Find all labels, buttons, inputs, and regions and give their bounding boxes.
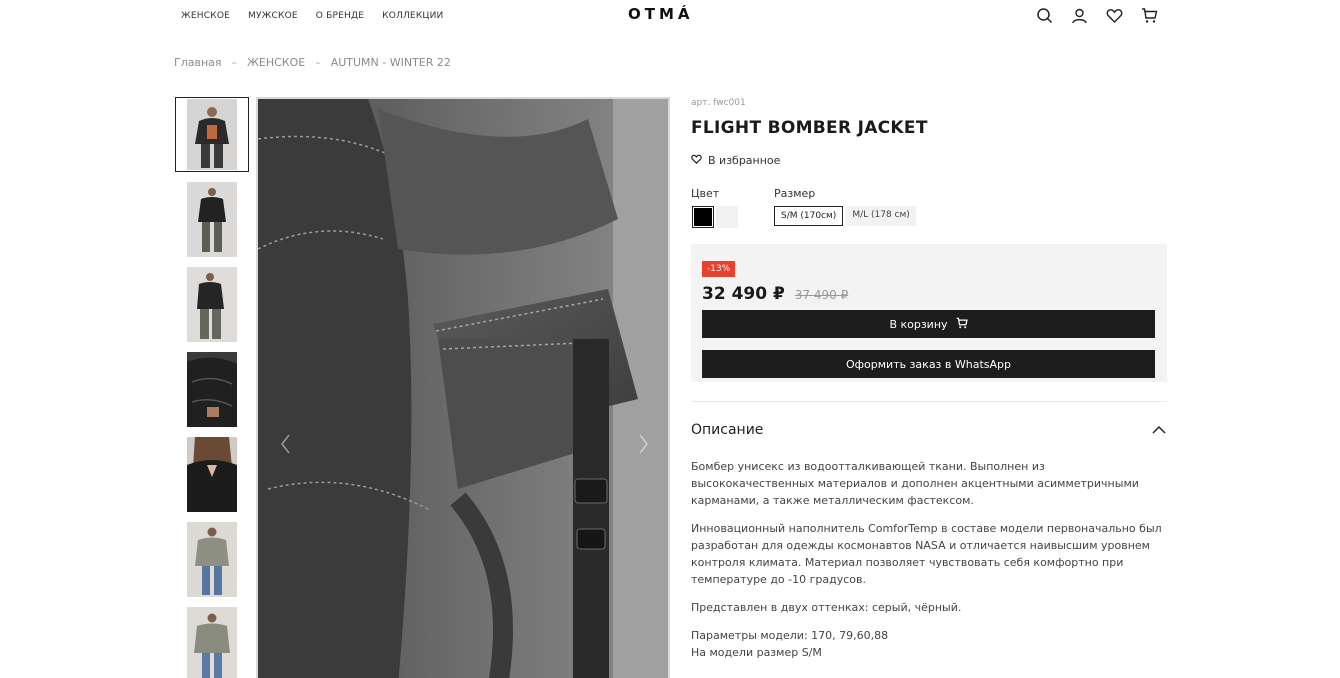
thumbnail-2[interactable]	[175, 182, 249, 257]
thumbnail-4[interactable]	[175, 352, 249, 427]
heart-icon	[691, 154, 702, 167]
thumbnail-1[interactable]	[175, 97, 249, 172]
thumbnail-3[interactable]	[175, 267, 249, 342]
favorites-label: В избранное	[708, 154, 781, 167]
thumbnail-image	[187, 607, 237, 678]
chevron-up-icon	[1151, 420, 1167, 439]
site-header: ЖЕНСКОЕ МУЖСКОЕ О БРЕНДЕ КОЛЛЕКЦИИ OTMÁ	[0, 0, 1340, 34]
color-option-group: Цвет	[691, 187, 738, 228]
user-icon[interactable]	[1071, 7, 1088, 24]
price-row: 32 490 ₽ 37 490 ₽	[702, 284, 1156, 304]
cart-icon	[956, 317, 968, 332]
brand-logo[interactable]: OTMÁ	[628, 5, 694, 23]
color-swatch-black[interactable]	[692, 206, 714, 228]
main-product-image[interactable]	[256, 97, 670, 678]
whatsapp-order-label: Оформить заказ в WhatsApp	[845, 357, 1012, 371]
prev-image-arrow[interactable]	[276, 429, 296, 459]
discount-badge: -13%	[702, 261, 736, 277]
breadcrumb-home[interactable]: Главная	[174, 56, 222, 69]
breadcrumb-women[interactable]: ЖЕНСКОЕ	[247, 56, 305, 69]
add-to-cart-label: В корзину	[889, 317, 948, 331]
thumbnail-image	[187, 267, 237, 342]
product-sku: арт. fwc001	[691, 98, 746, 108]
size-option-group: Размер S/M (170см) M/L (178 см)	[774, 187, 916, 228]
size-label: Размер	[774, 187, 816, 200]
add-to-favorites[interactable]: В избранное	[691, 154, 1167, 167]
description-title: Описание	[691, 421, 764, 438]
thumbnail-image	[187, 437, 237, 512]
thumbnail-5[interactable]	[175, 437, 249, 512]
description-toggle[interactable]: Описание	[691, 420, 1167, 439]
breadcrumb-collection[interactable]: AUTUMN - WINTER 22	[331, 56, 451, 69]
color-swatch-gray[interactable]	[716, 206, 738, 228]
buy-box: -13% 32 490 ₽ 37 490 ₽ В корзину Оформит…	[691, 244, 1167, 382]
thumbnail-image	[187, 352, 237, 427]
cart-icon[interactable]	[1141, 7, 1158, 24]
next-image-arrow[interactable]	[633, 429, 653, 459]
main-nav: ЖЕНСКОЕ МУЖСКОЕ О БРЕНДЕ КОЛЛЕКЦИИ	[181, 11, 443, 21]
color-swatches	[691, 206, 738, 228]
description-paragraph: На модели размер S/M	[691, 646, 822, 659]
thumbnail-image	[187, 522, 237, 597]
add-to-cart-button[interactable]: В корзину	[702, 310, 1155, 338]
product-title: FLIGHT BOMBER JACKET	[691, 118, 928, 138]
size-options: S/M (170см) M/L (178 см)	[774, 206, 916, 226]
whatsapp-order-button[interactable]: Оформить заказ в WhatsApp	[702, 350, 1155, 378]
breadcrumb-separator: –	[231, 56, 238, 69]
product-options: Цвет Размер S/M (170см) M/L (178 см)	[691, 187, 1167, 228]
size-option-sm[interactable]: S/M (170см)	[774, 206, 844, 226]
description-paragraph: Представлен в двух оттенках: серый, чёрн…	[691, 601, 962, 614]
thumbnail-7[interactable]	[175, 607, 249, 678]
breadcrumb: Главная – ЖЕНСКОЕ – AUTUMN - WINTER 22	[174, 56, 451, 69]
color-label: Цвет	[691, 187, 720, 200]
nav-women[interactable]: ЖЕНСКОЕ	[181, 11, 230, 21]
breadcrumb-separator: –	[315, 56, 321, 69]
heart-icon[interactable]	[1106, 7, 1123, 24]
description-body: Бомбер унисекс из водоотталкивающей ткан…	[691, 458, 1167, 672]
thumbnail-6[interactable]	[175, 522, 249, 597]
nav-collections[interactable]: КОЛЛЕКЦИИ	[382, 11, 443, 21]
current-price: 32 490 ₽	[702, 284, 785, 304]
section-divider	[691, 401, 1167, 402]
nav-about[interactable]: О БРЕНДЕ	[316, 11, 364, 21]
header-icons	[1036, 7, 1158, 24]
thumbnail-image	[187, 182, 237, 257]
search-icon[interactable]	[1036, 7, 1053, 24]
nav-men[interactable]: МУЖСКОЕ	[248, 11, 298, 21]
old-price: 37 490 ₽	[794, 288, 849, 302]
size-option-ml[interactable]: M/L (178 см)	[846, 206, 916, 226]
description-paragraph: Параметры модели: 170, 79,60,88	[691, 629, 889, 642]
thumbnail-image	[187, 99, 237, 170]
product-info: арт. fwc001 FLIGHT BOMBER JACKET В избра…	[691, 97, 1167, 659]
description-paragraph: Бомбер унисекс из водоотталкивающей ткан…	[691, 460, 1139, 507]
thumbnail-list	[175, 97, 249, 678]
description-paragraph: Инновационный наполнитель ComforTemp в с…	[691, 522, 1162, 586]
